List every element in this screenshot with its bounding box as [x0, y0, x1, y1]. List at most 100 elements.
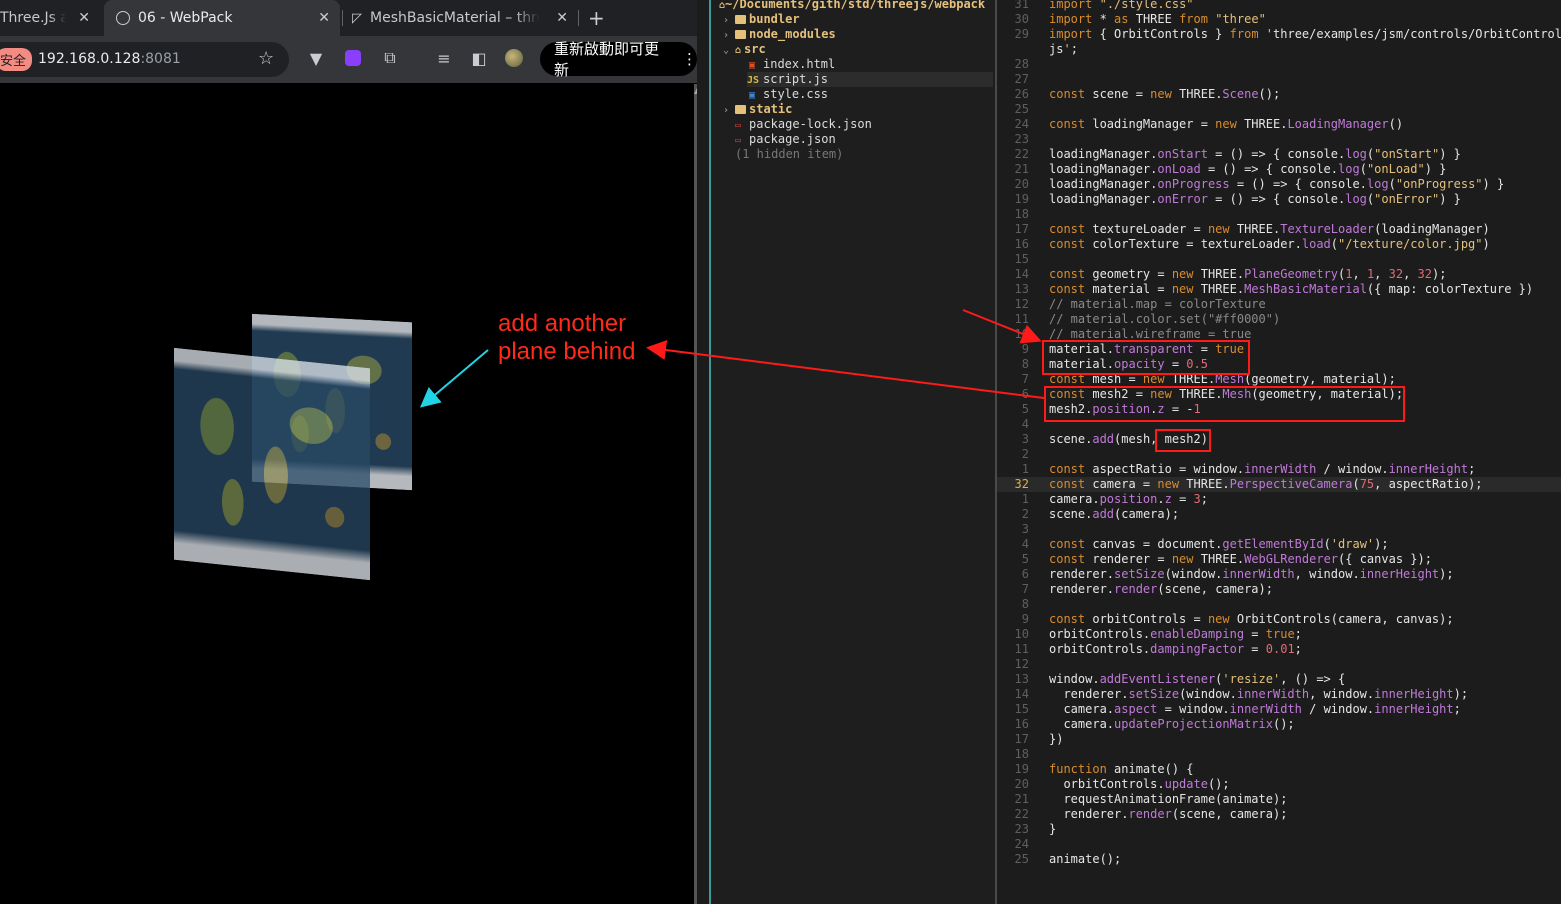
line-number: 3	[1021, 522, 1029, 536]
code-line[interactable]: 7 renderer.render(scene, camera);	[997, 582, 1561, 597]
code-line[interactable]: 31 import "./style.css"	[997, 0, 1561, 12]
code-text: scene.add(camera);	[1049, 507, 1180, 521]
tree-item-node-modules[interactable]: › node_modules	[723, 27, 836, 42]
code-line[interactable]: 1 const aspectRatio = window.innerWidth /…	[997, 462, 1561, 477]
code-line[interactable]: 14 const geometry = new THREE.PlaneGeomet…	[997, 267, 1561, 282]
extensions-puzzle-icon[interactable]: ⧉	[380, 48, 400, 68]
code-editor[interactable]: 31 import "./style.css" 30 import * as THRE…	[997, 0, 1561, 904]
code-text: const textureLoader = new THREE.TextureL…	[1049, 222, 1490, 236]
line-number: 6	[1021, 567, 1029, 581]
code-line[interactable]: 6 renderer.setSize(window.innerWidth, win…	[997, 567, 1561, 582]
tree-item-src[interactable]: ⌄ ⌂ src	[723, 42, 766, 57]
code-line[interactable]: 13 const material = new THREE.MeshBasicMa…	[997, 282, 1561, 297]
code-line[interactable]: 13 window.addEventListener('resize', () =…	[997, 672, 1561, 687]
code-line[interactable]: 26 const scene = new THREE.Scene();	[997, 87, 1561, 102]
tree-item-bundler[interactable]: › bundler	[723, 12, 800, 27]
tree-item-static[interactable]: › static	[723, 102, 792, 117]
close-icon[interactable]: ✕	[318, 10, 330, 26]
code-line[interactable]: 17})	[997, 732, 1561, 747]
code-line[interactable]: 8	[997, 597, 1561, 612]
code-line[interactable]: 17 const textureLoader = new THREE.Textur…	[997, 222, 1561, 237]
code-line[interactable]: 25	[997, 102, 1561, 117]
line-number: 9	[1021, 342, 1029, 356]
code-text: camera.aspect = window.innerWidth / wind…	[1049, 702, 1461, 716]
line-number: 32	[1014, 477, 1029, 491]
code-line[interactable]: js';	[997, 42, 1561, 57]
code-line[interactable]: 28	[997, 57, 1561, 72]
tree-item-package-json[interactable]: ▭ package.json	[735, 132, 836, 147]
code-line[interactable]: 27	[997, 72, 1561, 87]
code-line[interactable]: 10 orbitControls.enableDamping = true;	[997, 627, 1561, 642]
profile-avatar[interactable]	[504, 48, 524, 68]
browser-window: Three.Js a ✕ 06 - WebPack ✕ ◸ MeshBasicM…	[0, 0, 697, 904]
tab-webpack[interactable]: 06 - WebPack ✕	[104, 0, 340, 36]
code-line[interactable]: 3 scene.add(mesh, mesh2)	[997, 432, 1561, 447]
code-line[interactable]: 11 orbitControls.dampingFactor = 0.01;	[997, 642, 1561, 657]
code-line[interactable]: 20 loadingManager.onProgress = () => { co…	[997, 177, 1561, 192]
media-control-icon[interactable]: ≡	[434, 48, 454, 68]
code-text: camera.position.z = 3;	[1049, 492, 1208, 506]
code-line[interactable]: 21 loadingManager.onLoad = () => { consol…	[997, 162, 1561, 177]
code-line[interactable]: 25 animate();	[997, 852, 1561, 867]
code-line[interactable]: 19 loadingManager.onError = () => { conso…	[997, 192, 1561, 207]
line-number: 13	[1014, 672, 1029, 686]
line-number: 18	[1014, 207, 1029, 221]
code-line[interactable]: 15	[997, 252, 1561, 267]
tree-item-index-html[interactable]: ▣ index.html	[749, 57, 835, 72]
code-line[interactable]: 2	[997, 447, 1561, 462]
side-panel-icon[interactable]: ◧	[469, 48, 489, 68]
code-line[interactable]: 9 const orbitControls = new OrbitControls…	[997, 612, 1561, 627]
code-line[interactable]: 4 const canvas = document.getElementById(…	[997, 537, 1561, 552]
code-line[interactable]: 19 function animate() {	[997, 762, 1561, 777]
url-text[interactable]: 192.168.0.128:8081	[38, 51, 181, 67]
tab-bar: Three.Js a ✕ 06 - WebPack ✕ ◸ MeshBasicM…	[0, 0, 697, 36]
extension-purple-icon[interactable]	[343, 48, 363, 68]
file-tree: ⌂~/Documents/gith/std/threejs/webpack › b…	[711, 0, 995, 904]
code-line[interactable]: 18	[997, 747, 1561, 762]
folder-icon	[735, 30, 746, 39]
code-line[interactable]: 24 const loadingManager = new THREE.Loadi…	[997, 117, 1561, 132]
code-line[interactable]: 32 const camera = new THREE.PerspectiveCa…	[997, 477, 1561, 492]
filetree-root[interactable]: ⌂~/Documents/gith/std/threejs/webpack	[719, 0, 985, 12]
bookmark-star-icon[interactable]: ☆	[258, 48, 274, 69]
code-line[interactable]: 3	[997, 522, 1561, 537]
code-line[interactable]: 1 camera.position.z = 3;	[997, 492, 1561, 507]
close-icon[interactable]: ✕	[78, 10, 90, 26]
code-line[interactable]: 5 const renderer = new THREE.WebGLRendere…	[997, 552, 1561, 567]
code-line[interactable]: 2 scene.add(camera);	[997, 507, 1561, 522]
earth-plane-front	[174, 347, 370, 581]
tab-threejs[interactable]: Three.Js a ✕	[0, 0, 100, 36]
code-line[interactable]: 24	[997, 837, 1561, 852]
relaunch-update-button[interactable]: 重新啟動即可更新 ⋮	[540, 40, 697, 79]
tab-meshbasicmaterial[interactable]: ◸ MeshBasicMaterial – three ✕	[342, 0, 578, 36]
code-line[interactable]: 23	[997, 132, 1561, 147]
tree-hidden-items[interactable]: (1 hidden item)	[735, 147, 843, 162]
new-tab-button[interactable]: +	[588, 6, 605, 30]
code-line[interactable]: 23}	[997, 822, 1561, 837]
code-line[interactable]: 22 renderer.render(scene, camera);	[997, 807, 1561, 822]
security-chip[interactable]: 安全	[0, 48, 33, 71]
code-line[interactable]: 12 // material.map = colorTexture	[997, 297, 1561, 312]
code-line[interactable]: 12	[997, 657, 1561, 672]
code-line[interactable]: 11 // material.color.set("#ff0000")	[997, 312, 1561, 327]
tree-item-package-lock-json[interactable]: ▭ package-lock.json	[735, 117, 872, 132]
code-line[interactable]: 18	[997, 207, 1561, 222]
code-line[interactable]: 30 import * as THREE from "three"	[997, 12, 1561, 27]
code-line[interactable]: 14 renderer.setSize(window.innerWidth, w…	[997, 687, 1561, 702]
code-line[interactable]: 20 orbitControls.update();	[997, 777, 1561, 792]
tree-item-style-css[interactable]: ▣ style.css	[749, 87, 828, 102]
line-number: 16	[1014, 717, 1029, 731]
line-number: 11	[1014, 312, 1029, 326]
tree-item-script-js[interactable]: JS script.js	[747, 72, 993, 87]
close-icon[interactable]: ✕	[556, 10, 568, 26]
line-number: 5	[1021, 402, 1029, 416]
code-line[interactable]: 15 camera.aspect = window.innerWidth / w…	[997, 702, 1561, 717]
code-line[interactable]: 22 loadingManager.onStart = () => { conso…	[997, 147, 1561, 162]
code-line[interactable]: 16 const colorTexture = textureLoader.loa…	[997, 237, 1561, 252]
vue-devtools-icon[interactable]: ▼	[306, 48, 326, 68]
code-line[interactable]: 16 camera.updateProjectionMatrix();	[997, 717, 1561, 732]
code-line[interactable]: 29 import { OrbitControls } from 'three/e…	[997, 27, 1561, 42]
code-line[interactable]: 21 requestAnimationFrame(animate);	[997, 792, 1561, 807]
code-text: // material.map = colorTexture	[1049, 297, 1266, 311]
code-text: js';	[1049, 42, 1078, 56]
